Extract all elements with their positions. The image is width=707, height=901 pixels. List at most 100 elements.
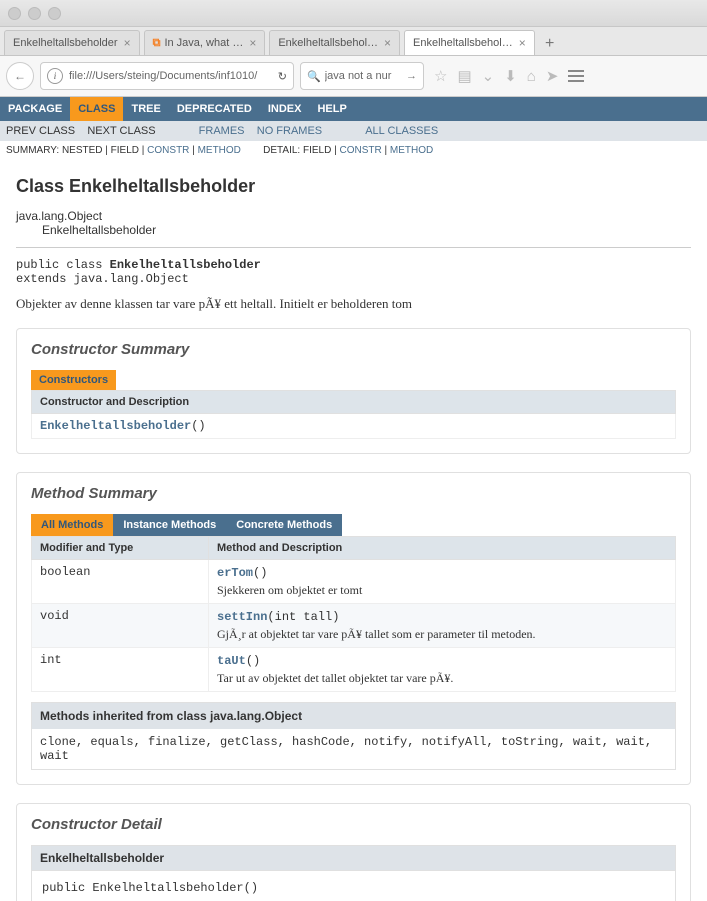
- browser-tab-1[interactable]: ⧉ In Java, what … ×: [144, 30, 266, 55]
- constructor-table: Constructor and Description Enkelheltall…: [31, 390, 676, 439]
- calendar-icon[interactable]: ▤: [457, 67, 471, 85]
- method-desc: GjÃ¸r at objektet tar vare pÃ¥ tallet so…: [217, 627, 667, 642]
- noframes-link[interactable]: NO FRAMES: [257, 125, 322, 137]
- nav-toolbar: ← i file:///Users/steing/Documents/inf10…: [0, 56, 707, 97]
- menu-button[interactable]: [568, 70, 584, 82]
- col-header: Method and Description: [209, 537, 676, 560]
- constructor-summary: Constructor Summary Constructors Constru…: [16, 328, 691, 454]
- method-type: boolean: [32, 560, 209, 604]
- inherited-title: Methods inherited from class java.lang.O…: [32, 703, 675, 729]
- browser-tab-2[interactable]: Enkelheltallsbehol… ×: [269, 30, 400, 55]
- tab-label: Enkelheltallsbehol…: [413, 37, 513, 49]
- constructor-detail: Constructor Detail Enkelheltallsbeholder…: [16, 803, 691, 901]
- close-icon[interactable]: ×: [124, 37, 131, 49]
- nav-class[interactable]: CLASS: [70, 97, 123, 121]
- search-go-icon[interactable]: →: [406, 70, 417, 82]
- summary-label: SUMMARY:: [6, 145, 59, 156]
- search-text: java not a nur: [325, 70, 406, 82]
- method-args: (int tall): [267, 610, 339, 624]
- class-title: Class Enkelheltallsbeholder: [16, 176, 691, 197]
- class-description: Objekter av denne klassen tar vare pÃ¥ e…: [16, 296, 691, 312]
- send-icon[interactable]: ➤: [546, 67, 559, 85]
- window-titlebar: [0, 0, 707, 27]
- divider: [16, 247, 691, 248]
- browser-tab-0[interactable]: Enkelheltallsbeholder ×: [4, 30, 140, 55]
- sig-name: Enkelheltallsbeholder: [110, 258, 261, 272]
- reload-icon[interactable]: ↻: [278, 70, 287, 83]
- tab-all-methods[interactable]: All Methods: [31, 514, 113, 536]
- detail-method-link[interactable]: METHOD: [390, 145, 433, 156]
- sig-extends: extends java.lang.Object: [16, 272, 189, 286]
- back-button[interactable]: ←: [6, 62, 34, 90]
- method-link[interactable]: erTom: [217, 566, 253, 580]
- tab-label: In Java, what …: [164, 37, 243, 49]
- table-row: void settInn(int tall) GjÃ¸r at objektet…: [32, 604, 676, 648]
- tab-concrete-methods[interactable]: Concrete Methods: [226, 514, 342, 536]
- constructor-args: (): [191, 419, 205, 433]
- javadoc-subnav: PREV CLASS NEXT CLASS FRAMES NO FRAMES A…: [0, 121, 707, 141]
- constructor-link[interactable]: Enkelheltallsbeholder: [40, 419, 191, 433]
- page-viewport[interactable]: PACKAGE CLASS TREE DEPRECATED INDEX HELP…: [0, 97, 707, 901]
- detail-constr-link[interactable]: CONSTR: [339, 145, 381, 156]
- section-title: Constructor Detail: [31, 816, 676, 833]
- javadoc-topnav: PACKAGE CLASS TREE DEPRECATED INDEX HELP: [0, 97, 707, 121]
- tab-bar: Enkelheltallsbeholder × ⧉ In Java, what …: [0, 27, 707, 56]
- new-tab-button[interactable]: +: [539, 33, 561, 55]
- download-icon[interactable]: ⬇: [504, 67, 517, 85]
- method-desc: Sjekkeren om objektet er tomt: [217, 583, 667, 598]
- table-row: boolean erTom() Sjekkeren om objektet er…: [32, 560, 676, 604]
- detail-field: FIELD: [303, 145, 331, 156]
- col-header: Modifier and Type: [32, 537, 209, 560]
- summary-method-link[interactable]: METHOD: [198, 145, 241, 156]
- home-icon[interactable]: ⌂: [527, 68, 536, 85]
- method-link[interactable]: settInn: [217, 610, 267, 624]
- allclasses-link[interactable]: ALL CLASSES: [365, 125, 438, 137]
- frames-link[interactable]: FRAMES: [199, 125, 245, 137]
- super-class: java.lang.Object: [16, 209, 691, 223]
- close-icon[interactable]: ×: [384, 37, 391, 49]
- bookmark-star-icon[interactable]: ☆: [434, 67, 447, 85]
- browser-tab-3[interactable]: Enkelheltallsbehol… ×: [404, 30, 535, 55]
- javadoc-subnav-2: SUMMARY: NESTED | FIELD | CONSTR | METHO…: [0, 141, 707, 160]
- nav-help[interactable]: HELP: [309, 97, 354, 121]
- next-class-link[interactable]: NEXT CLASS: [87, 125, 155, 137]
- summary-nested: NESTED: [62, 145, 103, 156]
- summary-constr-link[interactable]: CONSTR: [147, 145, 189, 156]
- tab-instance-methods[interactable]: Instance Methods: [113, 514, 226, 536]
- nav-deprecated[interactable]: DEPRECATED: [169, 97, 260, 121]
- zoom-traffic-light[interactable]: [48, 7, 61, 20]
- stackoverflow-icon: ⧉: [153, 37, 161, 50]
- nav-tree[interactable]: TREE: [123, 97, 168, 121]
- search-icon: 🔍: [307, 70, 321, 83]
- method-link[interactable]: taUt: [217, 654, 246, 668]
- close-icon[interactable]: ×: [249, 37, 256, 49]
- method-args: (): [246, 654, 260, 668]
- detail-header: Enkelheltallsbeholder: [31, 845, 676, 871]
- pocket-icon[interactable]: ⌄: [482, 67, 495, 85]
- method-table: Modifier and Type Method and Description…: [31, 536, 676, 692]
- method-type: int: [32, 648, 209, 692]
- url-bar[interactable]: i file:///Users/steing/Documents/inf1010…: [40, 62, 294, 90]
- section-title: Method Summary: [31, 485, 676, 502]
- class-signature: public class Enkelheltallsbeholder exten…: [16, 258, 691, 286]
- search-bar[interactable]: 🔍 java not a nur →: [300, 62, 424, 90]
- inheritance-tree: java.lang.Object Enkelheltallsbeholder: [16, 209, 691, 237]
- method-desc: Tar ut av objektet det tallet objektet t…: [217, 671, 667, 686]
- inherited-methods: Methods inherited from class java.lang.O…: [31, 702, 676, 770]
- section-title: Constructor Summary: [31, 341, 676, 358]
- tab-label: Enkelheltallsbehol…: [278, 37, 378, 49]
- site-info-icon[interactable]: i: [47, 68, 63, 84]
- sig-prefix: public class: [16, 258, 110, 272]
- close-traffic-light[interactable]: [8, 7, 21, 20]
- close-icon[interactable]: ×: [519, 37, 526, 49]
- nav-package[interactable]: PACKAGE: [0, 97, 70, 121]
- detail-body: public Enkelheltallsbeholder(): [31, 871, 676, 901]
- method-type: void: [32, 604, 209, 648]
- minimize-traffic-light[interactable]: [28, 7, 41, 20]
- this-class: Enkelheltallsbeholder: [16, 223, 691, 237]
- url-text: file:///Users/steing/Documents/inf1010/: [69, 70, 272, 82]
- inherited-list: clone, equals, finalize, getClass, hashC…: [32, 729, 675, 769]
- detail-label: DETAIL:: [263, 145, 300, 156]
- nav-index[interactable]: INDEX: [260, 97, 310, 121]
- prev-class-link[interactable]: PREV CLASS: [6, 125, 75, 137]
